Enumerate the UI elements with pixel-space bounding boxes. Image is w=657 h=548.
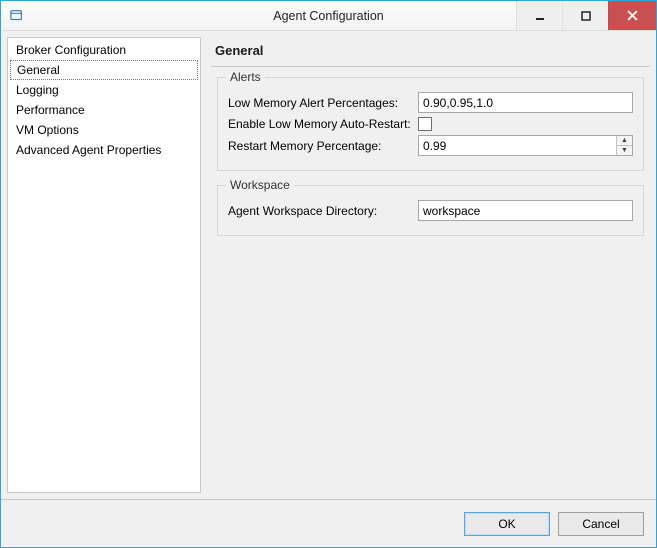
workspace-directory-input[interactable] xyxy=(418,200,633,221)
workspace-legend: Workspace xyxy=(226,178,294,192)
row-restart-percentage: Restart Memory Percentage: ▲ ▼ xyxy=(228,135,633,156)
titlebar[interactable]: Agent Configuration xyxy=(1,1,656,31)
window-root: Agent Configuration Broker Configuration… xyxy=(0,0,657,548)
enable-auto-restart-checkbox[interactable] xyxy=(418,117,432,131)
enable-auto-restart-label: Enable Low Memory Auto-Restart: xyxy=(228,117,418,131)
minimize-button[interactable] xyxy=(516,1,562,30)
cancel-button[interactable]: Cancel xyxy=(558,512,644,536)
window-controls xyxy=(516,1,656,30)
alerts-groupbox: Alerts Low Memory Alert Percentages: Ena… xyxy=(217,77,644,171)
low-memory-percentages-input[interactable] xyxy=(418,92,633,113)
ok-button[interactable]: OK xyxy=(464,512,550,536)
row-workspace-directory: Agent Workspace Directory: xyxy=(228,200,633,221)
restart-percentage-spinner[interactable]: ▲ ▼ xyxy=(418,135,633,156)
content-body: Alerts Low Memory Alert Percentages: Ena… xyxy=(211,67,650,250)
window-body: Broker Configuration General Logging Per… xyxy=(1,31,656,499)
workspace-directory-label: Agent Workspace Directory: xyxy=(228,204,418,218)
workspace-groupbox: Workspace Agent Workspace Directory: xyxy=(217,185,644,236)
sidebar-item-general[interactable]: General xyxy=(10,60,198,80)
row-low-memory-percentages: Low Memory Alert Percentages: xyxy=(228,92,633,113)
spinner-up-button[interactable]: ▲ xyxy=(617,136,632,146)
alerts-legend: Alerts xyxy=(226,70,265,84)
content-pane: General Alerts Low Memory Alert Percenta… xyxy=(201,37,650,493)
app-icon xyxy=(9,8,25,24)
footer: OK Cancel xyxy=(1,499,656,547)
spinner-down-button[interactable]: ▼ xyxy=(617,146,632,155)
sidebar-item-broker-configuration[interactable]: Broker Configuration xyxy=(8,40,200,60)
row-enable-auto-restart: Enable Low Memory Auto-Restart: xyxy=(228,117,633,131)
sidebar-item-advanced-agent-properties[interactable]: Advanced Agent Properties xyxy=(8,140,200,160)
restart-percentage-input[interactable] xyxy=(419,136,616,155)
sidebar: Broker Configuration General Logging Per… xyxy=(7,37,201,493)
sidebar-item-vm-options[interactable]: VM Options xyxy=(8,120,200,140)
sidebar-item-logging[interactable]: Logging xyxy=(8,80,200,100)
low-memory-percentages-label: Low Memory Alert Percentages: xyxy=(228,96,418,110)
spinner-buttons: ▲ ▼ xyxy=(616,136,632,155)
close-button[interactable] xyxy=(608,1,656,30)
page-title: General xyxy=(211,37,650,67)
maximize-button[interactable] xyxy=(562,1,608,30)
restart-percentage-label: Restart Memory Percentage: xyxy=(228,139,418,153)
sidebar-item-performance[interactable]: Performance xyxy=(8,100,200,120)
